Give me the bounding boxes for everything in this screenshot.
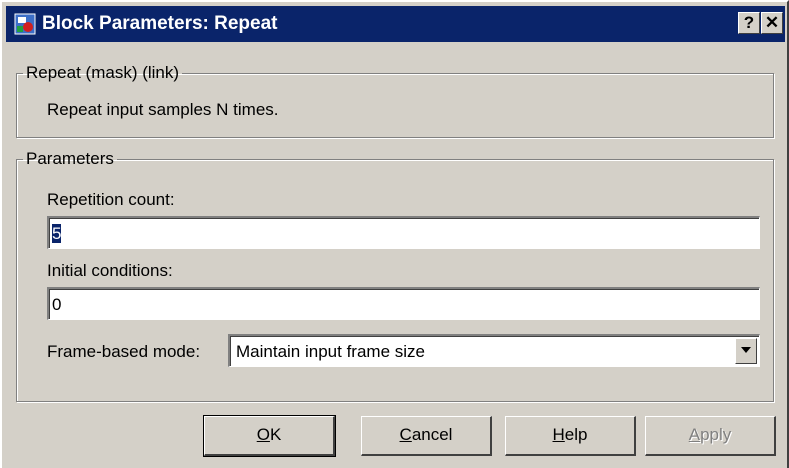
ok-label-rest: K bbox=[269, 425, 282, 444]
cancel-label-rest: ancel bbox=[411, 425, 453, 444]
dropdown-arrow-button[interactable] bbox=[735, 338, 757, 364]
cancel-accel: C bbox=[399, 425, 412, 444]
repetition-count-label: Repetition count: bbox=[47, 190, 175, 209]
frame-based-mode-label: Frame-based mode: bbox=[47, 342, 201, 361]
title-bar[interactable]: Block Parameters: Repeat ? ✕ bbox=[6, 6, 785, 42]
chevron-down-icon bbox=[741, 347, 751, 353]
help-icon[interactable]: ? bbox=[738, 12, 760, 34]
initial-conditions-value: 0 bbox=[52, 295, 62, 314]
apply-button[interactable]: Apply bbox=[645, 416, 776, 456]
cancel-button[interactable]: Cancel bbox=[361, 416, 492, 456]
repetition-count-value: 5 bbox=[52, 224, 62, 243]
repetition-count-field[interactable]: 5 bbox=[47, 216, 760, 249]
window-title: Block Parameters: Repeat bbox=[42, 13, 278, 34]
parameters-legend: Parameters bbox=[26, 149, 114, 168]
close-icon[interactable]: ✕ bbox=[761, 12, 783, 34]
ok-button[interactable]: OK bbox=[203, 415, 336, 457]
frame-based-mode-select[interactable]: Maintain input frame size bbox=[228, 334, 760, 367]
ok-accel: O bbox=[256, 425, 270, 444]
apply-accel: A bbox=[688, 425, 701, 444]
apply-label-rest: pply bbox=[700, 425, 732, 444]
help-accel: H bbox=[552, 425, 565, 444]
frame-based-mode-value: Maintain input frame size bbox=[236, 342, 425, 361]
description-legend: Repeat (mask) (link) bbox=[26, 63, 180, 82]
description-text: Repeat input samples N times. bbox=[47, 100, 279, 119]
help-button[interactable]: Help bbox=[505, 416, 636, 456]
simulink-block-icon bbox=[14, 13, 36, 35]
initial-conditions-field[interactable]: 0 bbox=[47, 287, 760, 320]
help-label-rest: elp bbox=[564, 425, 588, 444]
initial-conditions-label: Initial conditions: bbox=[47, 261, 173, 280]
block-parameters-dialog: Block Parameters: Repeat ? ✕ Repeat (mas… bbox=[0, 0, 789, 468]
